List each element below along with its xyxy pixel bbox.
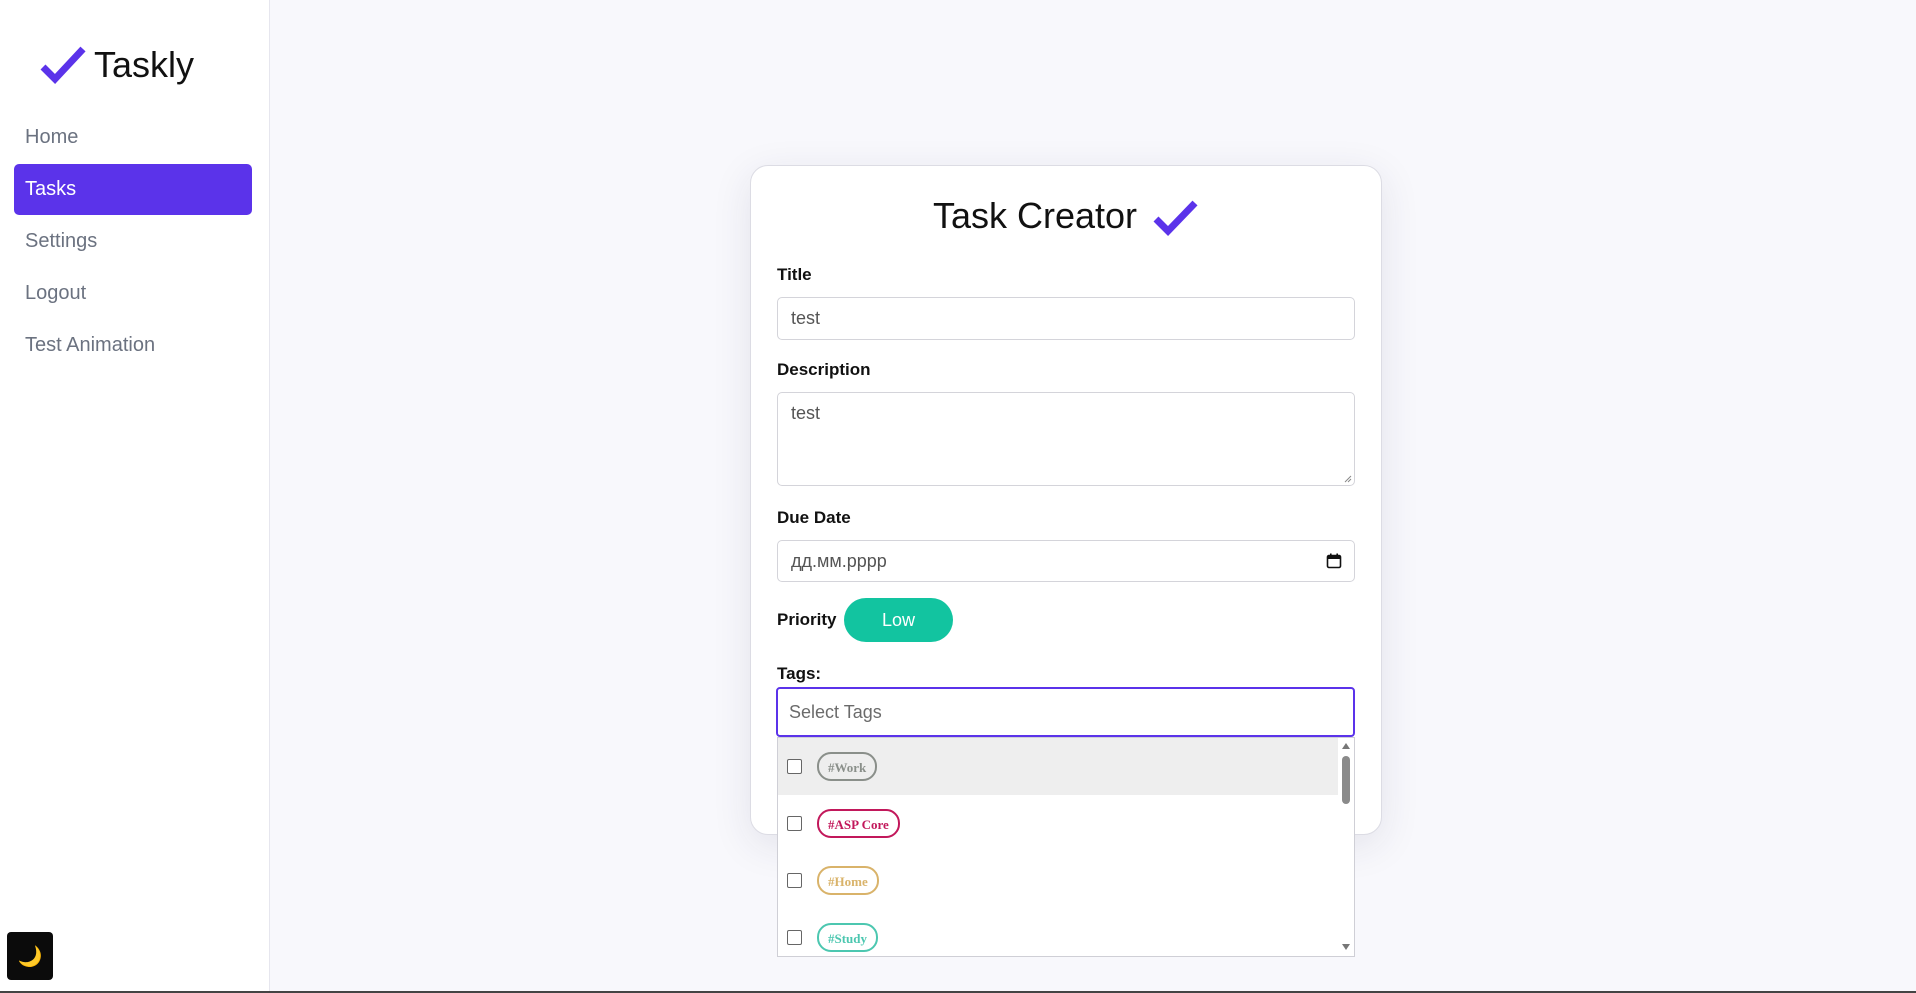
tag-option-work[interactable]: #Work (778, 738, 1340, 795)
sidebar: Taskly Home Tasks Settings Logout Test A… (0, 0, 270, 993)
checkmark-icon (1153, 200, 1198, 236)
page-title: Task Creator (932, 195, 1138, 236)
app-name: Taskly (94, 44, 195, 85)
tag-badge-study: #Study (817, 923, 879, 952)
tag-option-asp-core[interactable]: #ASP Core (778, 795, 1340, 852)
brand[interactable]: Taskly (40, 44, 194, 86)
sidebar-item-home[interactable]: Home (14, 112, 252, 163)
tag-checkbox[interactable] (787, 873, 802, 888)
sidebar-nav: Home Tasks Settings Logout Test Animatio… (14, 112, 252, 372)
sidebar-item-logout[interactable]: Logout (14, 268, 252, 319)
theme-toggle-button[interactable]: 🌙 (7, 932, 53, 980)
due-date-label: Due Date (777, 508, 851, 527)
priority-toggle-button[interactable]: Low (844, 598, 953, 642)
due-date-input[interactable]: дд.мм.рррр (777, 540, 1355, 582)
scroll-thumb[interactable] (1342, 756, 1350, 804)
scroll-down-arrow-icon[interactable] (1342, 944, 1350, 950)
card-header: Task Creator (751, 194, 1381, 238)
tag-badge-home: #Home (817, 866, 879, 895)
tag-option-home[interactable]: #Home (778, 852, 1340, 909)
description-label: Description (777, 360, 871, 379)
tag-badge-work: #Work (817, 752, 878, 781)
dropdown-scrollbar[interactable] (1338, 738, 1354, 956)
title-label: Title (777, 265, 812, 284)
tag-checkbox[interactable] (787, 930, 802, 945)
tag-option-study[interactable]: #Study (778, 909, 1340, 956)
moon-icon: 🌙 (17, 945, 43, 968)
scroll-up-arrow-icon[interactable] (1342, 743, 1350, 749)
sidebar-item-test-animation[interactable]: Test Animation (14, 320, 252, 371)
calendar-icon[interactable] (1326, 553, 1342, 569)
sidebar-item-settings[interactable]: Settings (14, 216, 252, 267)
due-date-placeholder: дд.мм.рррр (791, 551, 887, 571)
tags-dropdown: #Work #ASP Core #Home #Study (777, 737, 1355, 957)
title-input-value: test (791, 308, 821, 328)
tags-label: Tags: (777, 664, 822, 683)
tag-checkbox[interactable] (787, 816, 802, 831)
title-input[interactable]: test (777, 297, 1355, 340)
sidebar-item-tasks[interactable]: Tasks (14, 164, 252, 215)
priority-label: Priority (777, 610, 837, 629)
description-textarea-value: test (791, 403, 821, 423)
resize-grip-icon[interactable] (1344, 475, 1352, 483)
tag-badge-asp-core: #ASP Core (817, 809, 900, 838)
checkmark-logo-icon (40, 46, 86, 85)
tag-checkbox[interactable] (787, 759, 802, 774)
tags-select[interactable]: Select Tags (776, 687, 1355, 737)
description-textarea[interactable]: test (777, 392, 1355, 486)
